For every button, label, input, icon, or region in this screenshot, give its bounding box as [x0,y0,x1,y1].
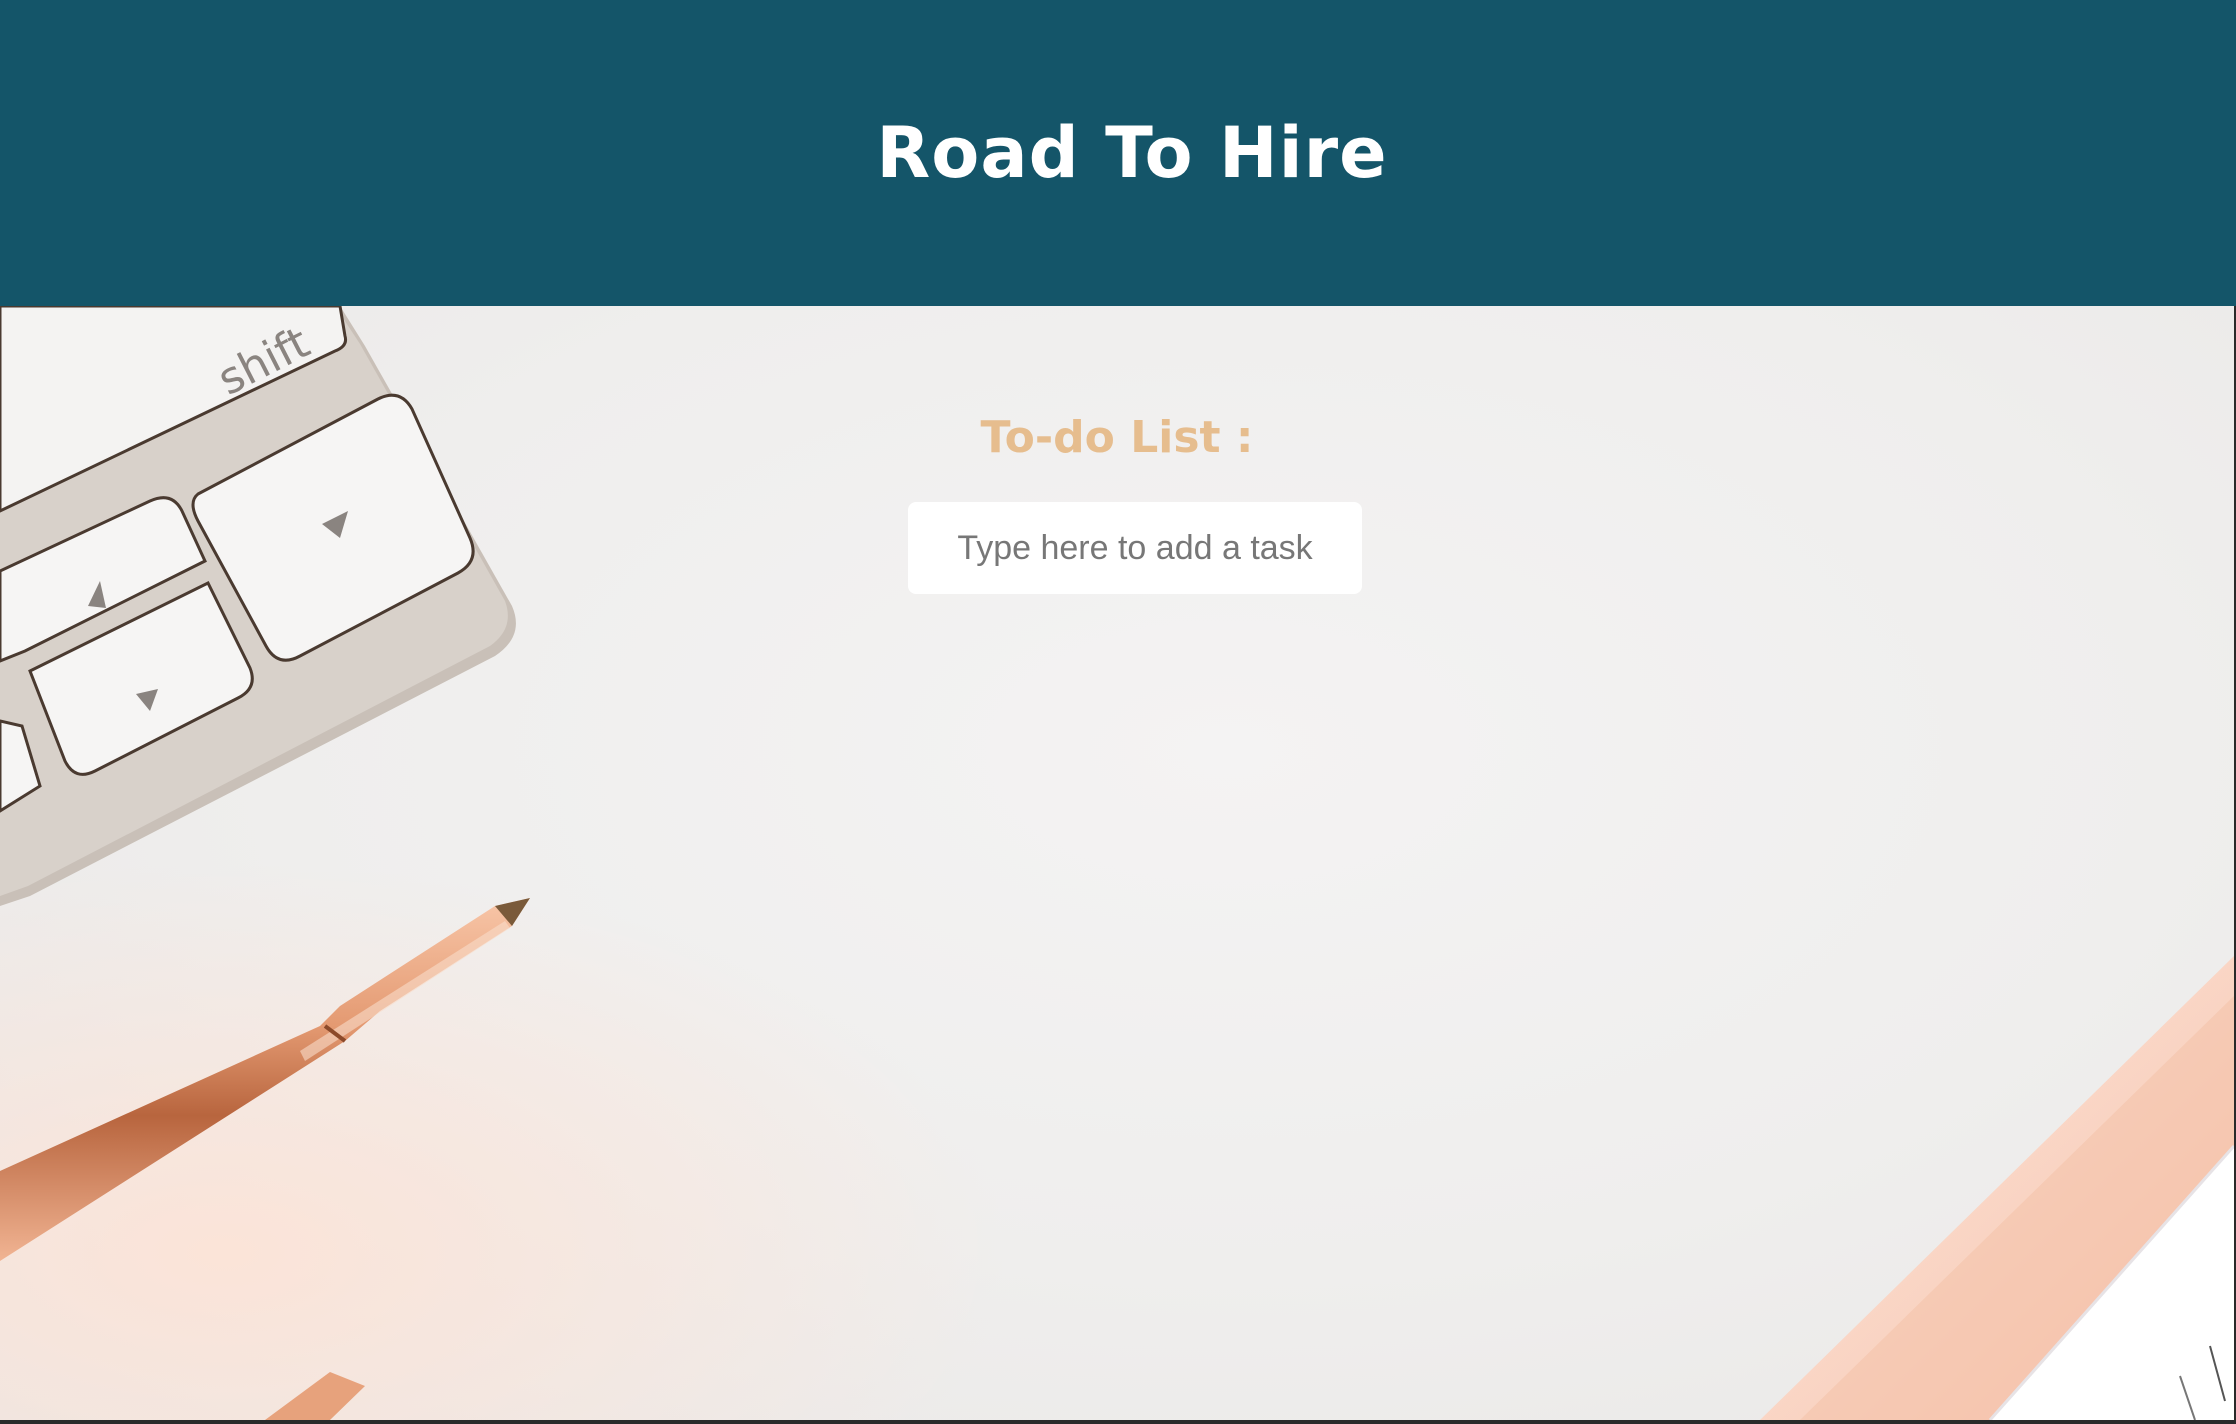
page: Road To Hire shift To-do List: Type her… [0,0,2236,1420]
add-task-input[interactable] [908,502,1362,594]
background-photo: shift [0,306,2234,1420]
app-header: Road To Hire [0,0,2236,306]
todo-section: shift To-do List: Type here to add a ta… [0,306,2234,1420]
todo-list-heading: To-do List : [980,412,1254,463]
app-title: Road To Hire [876,112,1388,194]
